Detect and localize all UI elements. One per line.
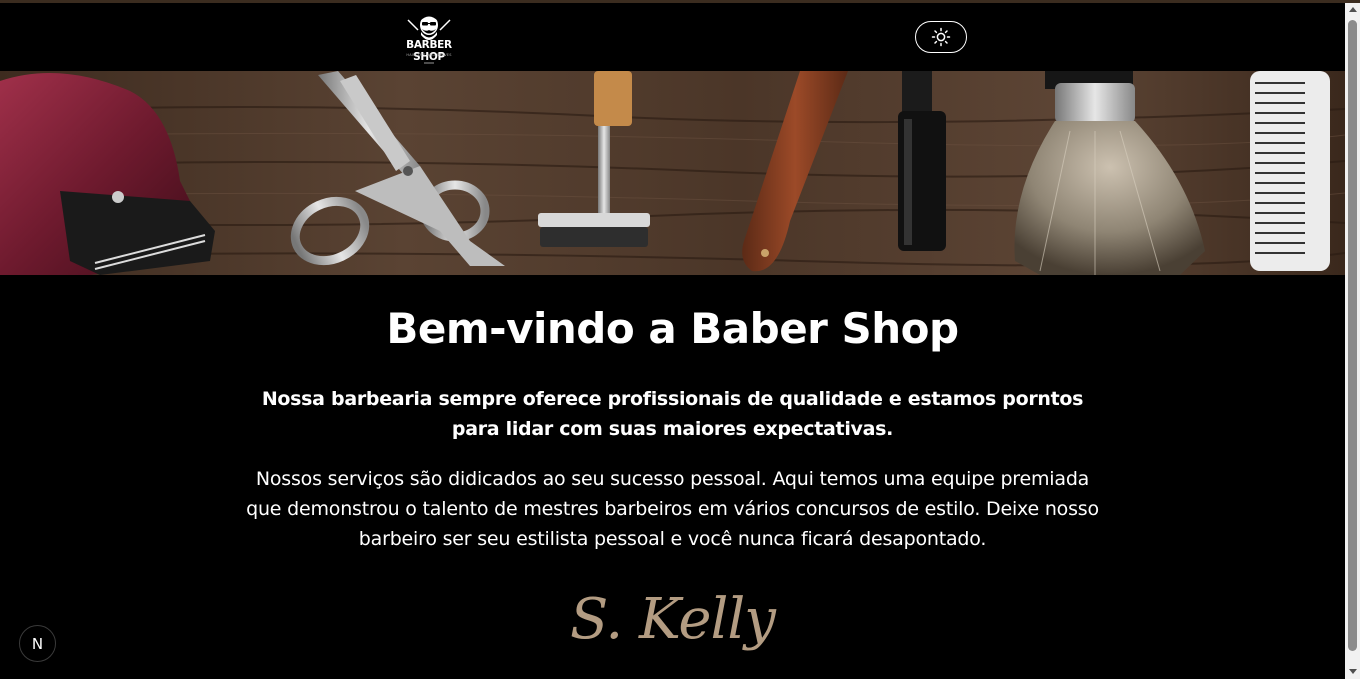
sun-icon [931, 27, 951, 47]
lead-paragraph: Nossa barbearia sempre oferece profissio… [261, 388, 1084, 440]
vertical-scrollbar[interactable] [1345, 3, 1360, 679]
page-title: Bem-vindo a Baber Shop [386, 304, 959, 353]
body-paragraph: Nossos serviços são didicados ao seu suc… [246, 468, 1099, 550]
site-header: BARBER SHOP HAIRCUTS AND SHAVES [0, 3, 1345, 71]
theme-toggle-button[interactable] [915, 21, 967, 53]
signature: S. Kelly [570, 587, 776, 652]
scroll-down-arrow-icon[interactable] [1349, 669, 1357, 674]
scroll-thumb[interactable] [1348, 20, 1357, 651]
site-logo[interactable]: BARBER SHOP HAIRCUTS AND SHAVES [394, 8, 464, 66]
barber-tools-banner-image [0, 71, 1345, 275]
welcome-section: Bem-vindo a Baber Shop Nossa barbearia s… [0, 275, 1345, 679]
scroll-up-arrow-icon[interactable] [1349, 7, 1357, 12]
logo-text: BARBER SHOP [406, 39, 452, 63]
logo-tagline: HAIRCUTS AND SHAVES [406, 53, 452, 57]
dev-badge-label: N [31, 634, 44, 653]
hero-banner [0, 71, 1345, 275]
nextjs-dev-indicator-button[interactable]: N [19, 625, 56, 662]
